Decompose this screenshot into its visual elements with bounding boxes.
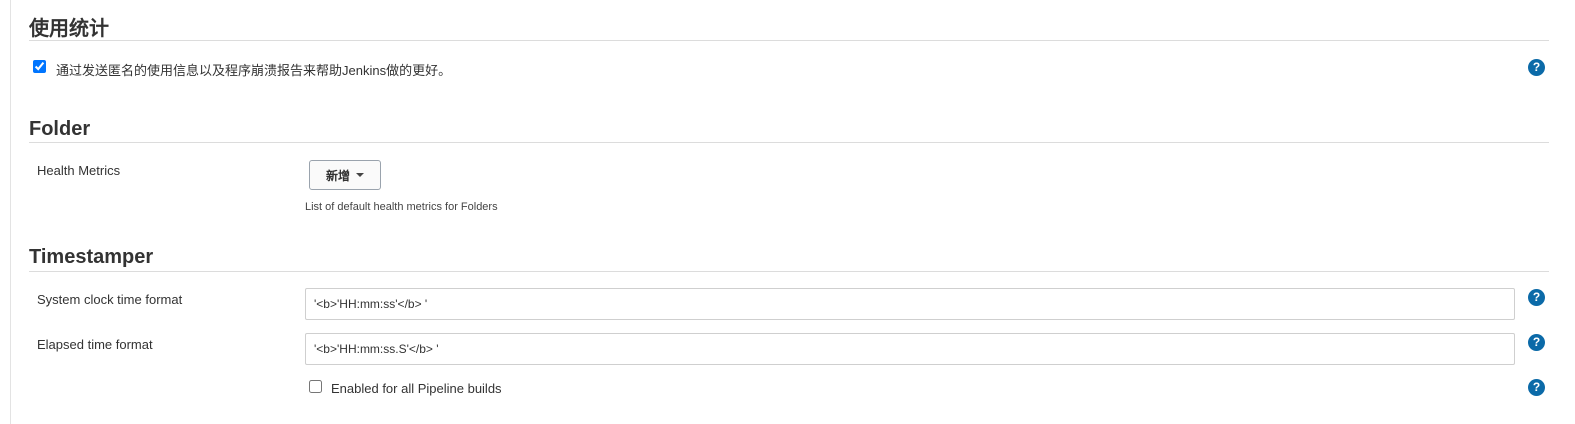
section-divider bbox=[29, 142, 1549, 143]
help-icon[interactable]: ? bbox=[1528, 289, 1545, 306]
help-icon[interactable]: ? bbox=[1528, 334, 1545, 351]
help-icon[interactable]: ? bbox=[1528, 59, 1545, 76]
elapsed-time-format-input[interactable] bbox=[305, 333, 1515, 365]
caret-down-icon bbox=[356, 173, 364, 177]
elapsed-time-format-label: Elapsed time format bbox=[37, 337, 153, 352]
section-title-timestamper: Timestamper bbox=[29, 246, 154, 268]
section-title-folder: Folder bbox=[29, 118, 91, 140]
add-health-metric-button[interactable]: 新增 bbox=[309, 160, 381, 190]
system-clock-format-label: System clock time format bbox=[37, 292, 183, 307]
usage-statistics-checkbox[interactable] bbox=[33, 60, 46, 73]
add-button-label: 新增 bbox=[325, 168, 350, 183]
left-border bbox=[10, 0, 11, 424]
section-divider bbox=[29, 271, 1549, 272]
system-clock-format-input[interactable] bbox=[305, 288, 1515, 320]
usage-statistics-label[interactable]: 通过发送匿名的使用信息以及程序崩溃报告来帮助Jenkins做的更好。 bbox=[56, 60, 451, 79]
section-title-usage: 使用统计 bbox=[29, 18, 109, 40]
pipeline-builds-label[interactable]: Enabled for all Pipeline builds bbox=[331, 381, 502, 396]
pipeline-builds-checkbox[interactable] bbox=[309, 380, 322, 393]
section-divider bbox=[29, 40, 1549, 41]
help-icon[interactable]: ? bbox=[1528, 379, 1545, 396]
health-metrics-description: List of default health metrics for Folde… bbox=[305, 201, 498, 213]
health-metrics-label: Health Metrics bbox=[37, 163, 121, 178]
